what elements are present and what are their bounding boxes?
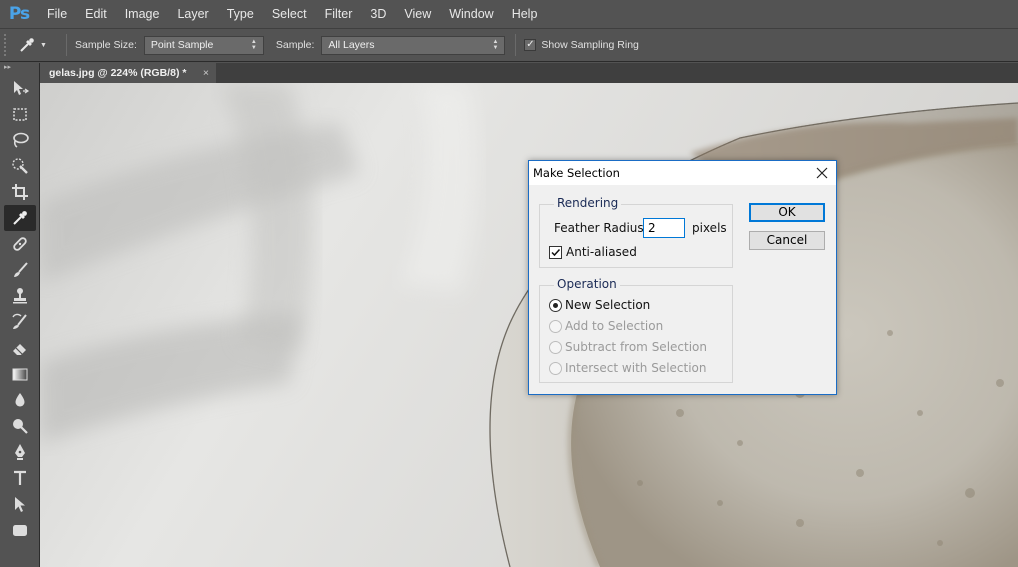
subtract-from-selection-label: Subtract from Selection: [565, 340, 707, 354]
lasso-icon: [13, 132, 29, 148]
tool-dodge[interactable]: [0, 413, 40, 439]
tool-type[interactable]: [0, 465, 40, 491]
radio-dot: [553, 303, 558, 308]
tool-rectangle[interactable]: [0, 517, 40, 543]
eyedropper-icon: [20, 38, 34, 52]
options-separator: [515, 34, 517, 56]
tool-preset-picker[interactable]: ▼: [18, 36, 58, 54]
intersect-with-selection-radio[interactable]: [549, 362, 562, 375]
menu-filter[interactable]: Filter: [316, 0, 362, 28]
tool-marquee[interactable]: [0, 101, 40, 127]
tool-brush[interactable]: [0, 257, 40, 283]
sample-value: All Layers: [328, 39, 375, 51]
add-to-selection-radio[interactable]: [549, 320, 562, 333]
show-sampling-ring-label: Show Sampling Ring: [541, 39, 639, 51]
path-selection-icon: [15, 497, 25, 512]
document-tab-strip: gelas.jpg @ 224% (RGB/8) * ×: [40, 63, 1018, 83]
eraser-icon: [13, 344, 26, 356]
feather-unit-label: pixels: [692, 221, 727, 235]
gradient-icon: [12, 368, 28, 381]
history-brush-icon: [12, 313, 27, 329]
tool-lasso[interactable]: [0, 127, 40, 153]
subtract-from-selection-radio[interactable]: [549, 341, 562, 354]
tool-history-brush[interactable]: [0, 309, 40, 335]
tool-pen[interactable]: [0, 439, 40, 465]
chevron-down-icon: ▼: [40, 41, 47, 49]
rendering-legend: Rendering: [554, 196, 622, 210]
crop-icon: [12, 184, 28, 200]
type-icon: [14, 470, 26, 485]
eyedropper-icon: [13, 211, 27, 225]
add-to-selection-label: Add to Selection: [565, 319, 664, 333]
checkmark-icon: [551, 248, 561, 257]
quick-selection-icon: [12, 158, 28, 174]
new-selection-radio[interactable]: [549, 299, 562, 312]
tool-blur[interactable]: [0, 387, 40, 413]
tool-quick-selection[interactable]: [0, 153, 40, 179]
document-tab[interactable]: gelas.jpg @ 224% (RGB/8) * ×: [40, 63, 216, 83]
close-icon[interactable]: ×: [203, 63, 209, 83]
tool-eyedropper[interactable]: [4, 205, 36, 231]
anti-aliased-label[interactable]: Anti-aliased: [566, 245, 637, 259]
tool-path-selection[interactable]: [0, 491, 40, 517]
show-sampling-ring-checkbox[interactable]: ✓: [524, 39, 537, 51]
intersect-with-selection-label: Intersect with Selection: [565, 361, 707, 375]
menu-help[interactable]: Help: [503, 0, 547, 28]
make-selection-dialog: Make Selection Rendering Feather Radius:…: [528, 160, 837, 395]
anti-aliased-checkbox[interactable]: [549, 246, 562, 259]
tool-move[interactable]: [0, 75, 40, 101]
sample-size-select[interactable]: Point Sample ▲ ▼: [143, 35, 264, 55]
tools-panel: ▸▸: [0, 63, 40, 567]
menu-view[interactable]: View: [395, 0, 440, 28]
tool-crop[interactable]: [0, 179, 40, 205]
updown-arrows-icon: ▲ ▼: [250, 39, 257, 51]
sample-size-label: Sample Size:: [75, 39, 137, 51]
pen-icon: [15, 444, 25, 460]
marquee-icon: [13, 108, 27, 121]
dialog-close-button[interactable]: [808, 161, 836, 185]
options-grip[interactable]: [4, 34, 12, 56]
menu-window[interactable]: Window: [440, 0, 502, 28]
feather-radius-label: Feather Radius:: [554, 221, 648, 235]
photoshop-logo: Ps: [8, 4, 30, 24]
clone-stamp-icon: [13, 288, 27, 304]
menu-file[interactable]: File: [38, 0, 76, 28]
operation-legend: Operation: [554, 277, 620, 291]
sample-select[interactable]: All Layers ▲ ▼: [321, 35, 506, 55]
sample-size-value: Point Sample: [150, 39, 214, 51]
tool-healing-brush[interactable]: [0, 231, 40, 257]
menu-select[interactable]: Select: [263, 0, 316, 28]
tool-clone-stamp[interactable]: [0, 283, 40, 309]
feather-radius-input[interactable]: 2: [643, 218, 685, 238]
updown-arrows-icon: ▲ ▼: [492, 39, 499, 51]
rectangle-icon: [13, 525, 27, 536]
blur-icon: [15, 393, 25, 407]
menu-layer[interactable]: Layer: [168, 0, 217, 28]
menu-3d[interactable]: 3D: [361, 0, 395, 28]
document-tab-title: gelas.jpg @ 224% (RGB/8) *: [49, 67, 187, 79]
menu-image[interactable]: Image: [116, 0, 169, 28]
dialog-titlebar[interactable]: Make Selection: [529, 161, 836, 185]
dodge-icon: [13, 419, 28, 434]
sample-label: Sample:: [275, 39, 315, 51]
close-icon: [816, 167, 828, 179]
ok-button[interactable]: OK: [749, 203, 825, 222]
tool-eraser[interactable]: [0, 335, 40, 361]
options-bar: ▼ Sample Size: Point Sample ▲ ▼ Sample: A…: [0, 28, 1018, 62]
healing-brush-icon: [13, 237, 27, 251]
brush-icon: [14, 262, 28, 277]
menu-type[interactable]: Type: [218, 0, 263, 28]
tool-gradient[interactable]: [0, 361, 40, 387]
options-separator: [66, 34, 67, 56]
panel-collapse-button[interactable]: ▸▸: [0, 63, 39, 75]
dialog-title: Make Selection: [533, 166, 620, 180]
menu-bar: Ps File Edit Image Layer Type Select Fil…: [0, 0, 1018, 28]
menu-edit[interactable]: Edit: [76, 0, 116, 28]
new-selection-label[interactable]: New Selection: [565, 298, 650, 312]
move-icon: [14, 81, 30, 95]
cancel-button[interactable]: Cancel: [749, 231, 825, 250]
